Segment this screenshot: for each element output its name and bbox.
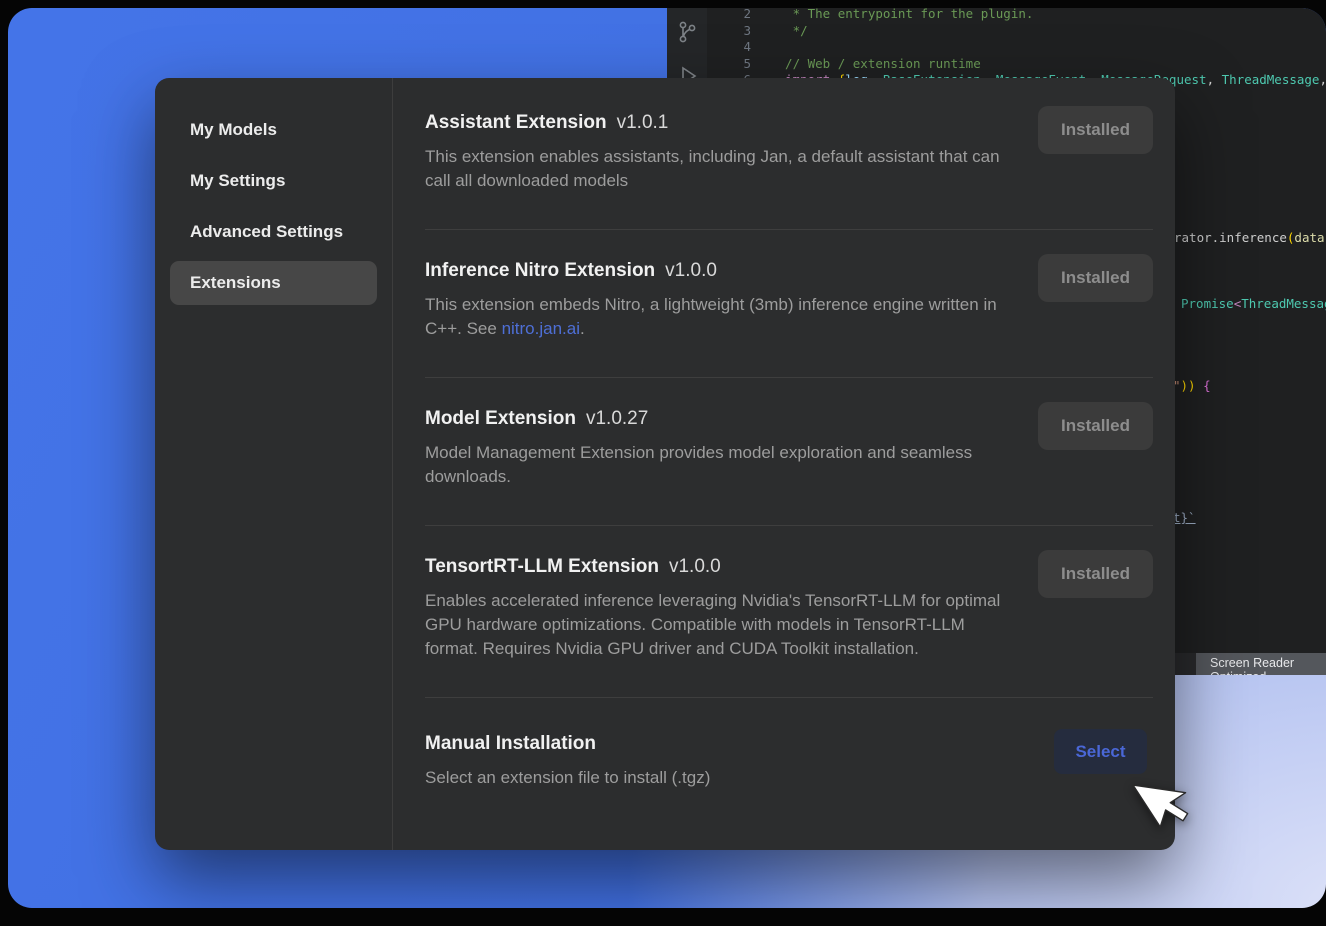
code-fragment: Promise<ThreadMessage> (1181, 296, 1326, 311)
hero-frame: 2 * The entrypoint for the plugin. 3 */ … (8, 8, 1326, 908)
text-token: Model Management Extension provides mode… (425, 443, 972, 486)
line-number: 3 (707, 23, 751, 40)
text-token: )) (1181, 378, 1196, 393)
installed-button[interactable]: Installed (1038, 402, 1153, 450)
code-line: 5 // Web / extension runtime (707, 56, 1326, 73)
settings-sidebar: My Models My Settings Advanced Settings … (155, 78, 393, 850)
line-number: 5 (707, 56, 751, 73)
screen-reader-optimized-status[interactable]: Screen Reader Optimized (1196, 653, 1326, 675)
text-token: data (1294, 230, 1324, 245)
extension-description: This extension embeds Nitro, a lightweig… (425, 293, 1003, 341)
text-token: Promise (1181, 296, 1234, 311)
code-line: 4 (707, 39, 1326, 56)
line-number: 2 (707, 8, 751, 23)
sidebar-item-label: My Models (190, 120, 277, 140)
extension-heading: TensortRT-LLM Extension v1.0.0 (425, 554, 1003, 581)
line-number: 4 (707, 39, 751, 56)
code-line: 3 */ (707, 23, 1326, 40)
extensions-list: Assistant Extension v1.0.1 This extension… (393, 78, 1175, 850)
manual-installation-row: Manual Installation Select an extension … (425, 698, 1153, 790)
nitro-jan-ai-link[interactable]: nitro.jan.ai (502, 319, 580, 338)
text-token: */ (770, 23, 808, 38)
extension-description: This extension enables assistants, inclu… (425, 145, 1003, 193)
select-button[interactable]: Select (1054, 729, 1147, 774)
sidebar-item-label: Advanced Settings (190, 222, 343, 242)
arrow-cursor (1133, 785, 1193, 841)
sidebar-item[interactable]: My Settings (170, 159, 377, 203)
installed-button[interactable]: Installed (1038, 254, 1153, 302)
code-fragment: ")) { (1173, 378, 1211, 393)
text-token: * The entrypoint for the plugin. (770, 8, 1033, 21)
extension-heading: Assistant Extension v1.0.1 (425, 110, 1003, 137)
text-token: // Web / extension runtime (770, 56, 981, 71)
extension-description: Model Management Extension provides mode… (425, 441, 1003, 489)
text-token: Enables accelerated inference leveraging… (425, 591, 1000, 658)
sidebar-item[interactable]: My Models (170, 108, 377, 152)
source-control-icon[interactable] (676, 20, 698, 46)
manual-installation-title: Manual Installation (425, 733, 596, 754)
text-token: t}` (1173, 510, 1196, 525)
extension-name: Assistant Extension (425, 112, 607, 133)
text-token: , (1319, 72, 1326, 87)
sidebar-item-label: Extensions (190, 273, 281, 293)
text-token: rator. (1174, 230, 1219, 245)
installed-button[interactable]: Installed (1038, 106, 1153, 154)
installed-button[interactable]: Installed (1038, 550, 1153, 598)
extension-version: v1.0.0 (669, 556, 721, 577)
extension-name: TensortRT-LLM Extension (425, 556, 659, 577)
extension-row: TensortRT-LLM Extension v1.0.0 Enables ac… (425, 526, 1153, 698)
code-line: 2 * The entrypoint for the plugin. (707, 8, 1326, 23)
text-token: , (1207, 72, 1222, 87)
text-token: ThreadMessage (1241, 296, 1326, 311)
sidebar-item[interactable]: Advanced Settings (170, 210, 377, 254)
extension-version: v1.0.27 (586, 408, 648, 429)
text-token: This extension enables assistants, inclu… (425, 147, 1000, 190)
text-token: ThreadMessage (1222, 72, 1320, 87)
extension-row: Assistant Extension v1.0.1 This extension… (425, 108, 1153, 230)
extension-name: Inference Nitro Extension (425, 260, 655, 281)
extension-row: Inference Nitro Extension v1.0.0 This ext… (425, 230, 1153, 378)
sidebar-item-label: My Settings (190, 171, 285, 191)
text-token: { (1196, 378, 1211, 393)
extension-heading: Model Extension v1.0.27 (425, 406, 1003, 433)
code-fragment: rator.inference(data)); (1174, 230, 1326, 245)
extension-heading: Inference Nitro Extension v1.0.0 (425, 258, 1003, 285)
sidebar-item[interactable]: Extensions (170, 261, 377, 305)
manual-installation-description: Select an extension file to install (.tg… (425, 766, 710, 790)
extension-version: v1.0.1 (617, 112, 669, 133)
extension-version: v1.0.0 (665, 260, 717, 281)
code-fragment: t}` (1173, 510, 1196, 525)
text-token: . (580, 319, 585, 338)
settings-modal: My Models My Settings Advanced Settings … (155, 78, 1175, 850)
code-editor: 2 * The entrypoint for the plugin. 3 */ … (707, 8, 1326, 89)
extension-description: Enables accelerated inference leveraging… (425, 589, 1003, 661)
extension-name: Model Extension (425, 408, 576, 429)
extension-row: Model Extension v1.0.27 Model Management … (425, 378, 1153, 526)
text-token: inference (1219, 230, 1287, 245)
